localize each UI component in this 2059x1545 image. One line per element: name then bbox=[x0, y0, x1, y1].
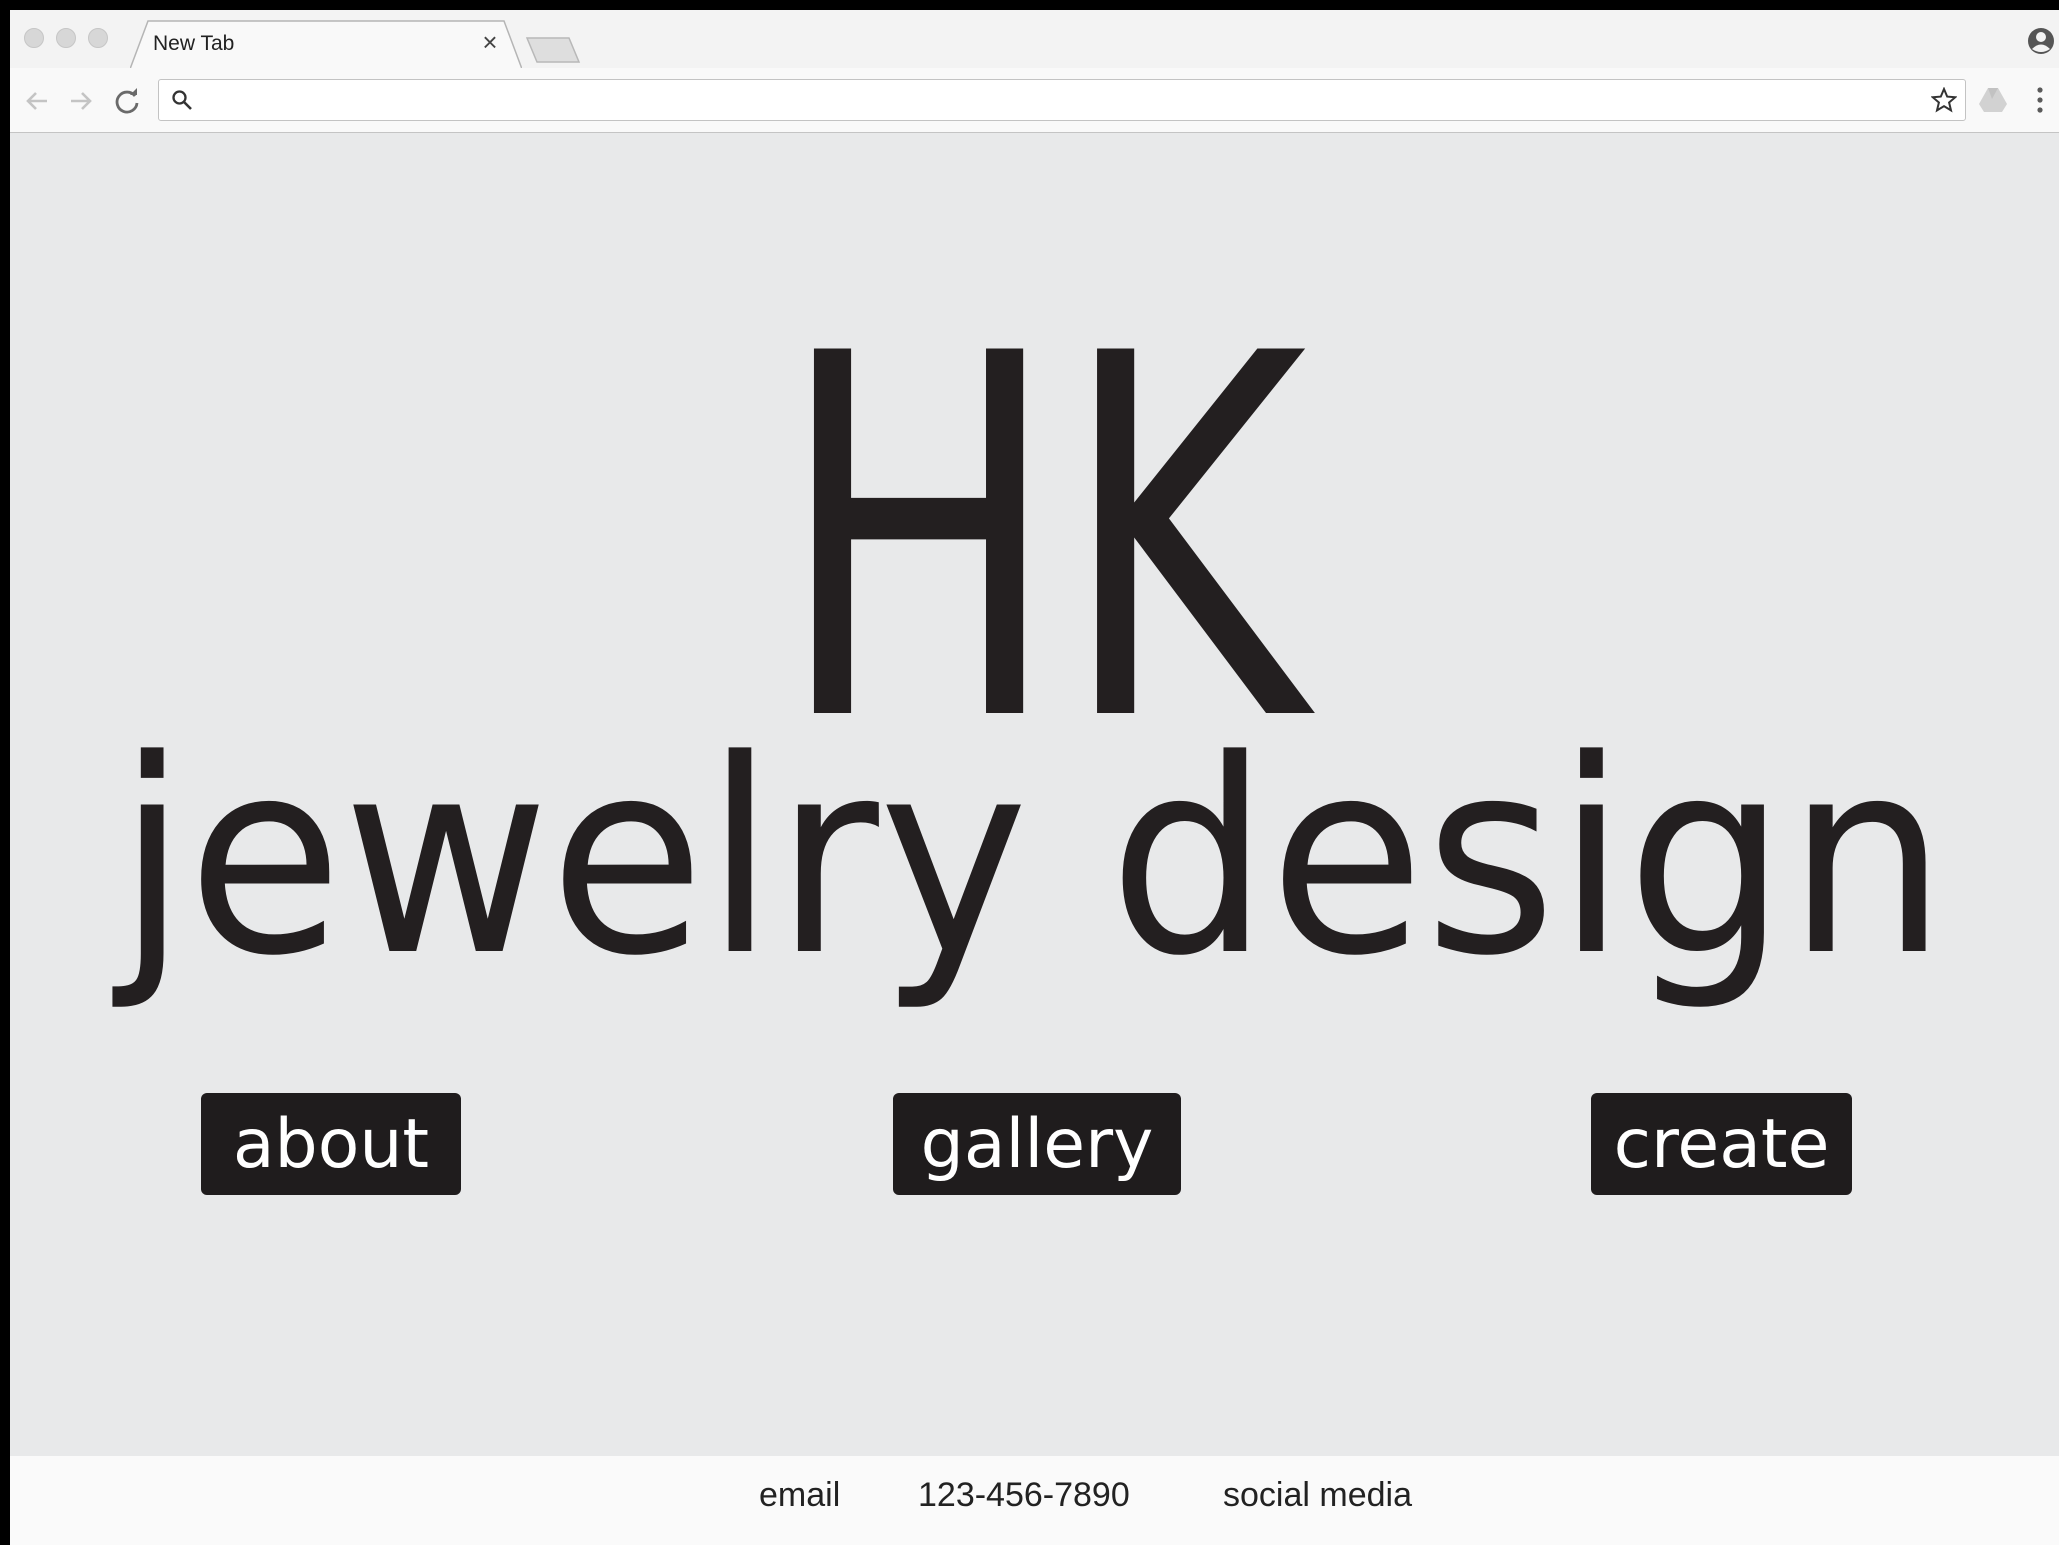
person-icon[interactable] bbox=[2026, 26, 2056, 56]
arrow-right-icon[interactable] bbox=[66, 86, 96, 116]
search-icon bbox=[172, 90, 192, 110]
star-icon[interactable] bbox=[1931, 87, 1957, 113]
new-tab-button[interactable] bbox=[525, 36, 581, 64]
tab-title: New Tab bbox=[153, 32, 235, 55]
logo-tagline: jewelry design bbox=[109, 703, 1947, 1015]
vertical-dots-icon[interactable] bbox=[2032, 84, 2048, 116]
create-button[interactable]: create bbox=[1591, 1093, 1852, 1195]
page-content: HK jewelry design about gallery create bbox=[10, 133, 2059, 1456]
browser-window: New Tab × HK jewelry design about galler… bbox=[10, 10, 2059, 1545]
address-bar[interactable] bbox=[158, 79, 1966, 121]
footer-phone-link[interactable]: 123-456-7890 bbox=[918, 1476, 1130, 1515]
footer-social-media-link[interactable]: social media bbox=[1223, 1476, 1412, 1515]
site-footer: email 123-456-7890 social media bbox=[10, 1456, 2059, 1545]
maximize-window-button[interactable] bbox=[88, 28, 108, 48]
close-window-button[interactable] bbox=[24, 28, 44, 48]
tab-strip: New Tab × bbox=[10, 10, 2059, 69]
about-button[interactable]: about bbox=[201, 1093, 461, 1195]
reload-icon[interactable] bbox=[112, 86, 142, 116]
minimize-window-button[interactable] bbox=[56, 28, 76, 48]
gallery-button[interactable]: gallery bbox=[893, 1093, 1181, 1195]
footer-email-link[interactable]: email bbox=[759, 1476, 840, 1515]
browser-toolbar bbox=[10, 68, 2059, 133]
tab-close-icon[interactable]: × bbox=[478, 29, 502, 55]
address-input[interactable] bbox=[203, 84, 1907, 118]
site-logo: HK jewelry design bbox=[109, 249, 1947, 1015]
arrow-left-icon[interactable] bbox=[22, 86, 52, 116]
drive-icon[interactable] bbox=[1978, 85, 2008, 115]
